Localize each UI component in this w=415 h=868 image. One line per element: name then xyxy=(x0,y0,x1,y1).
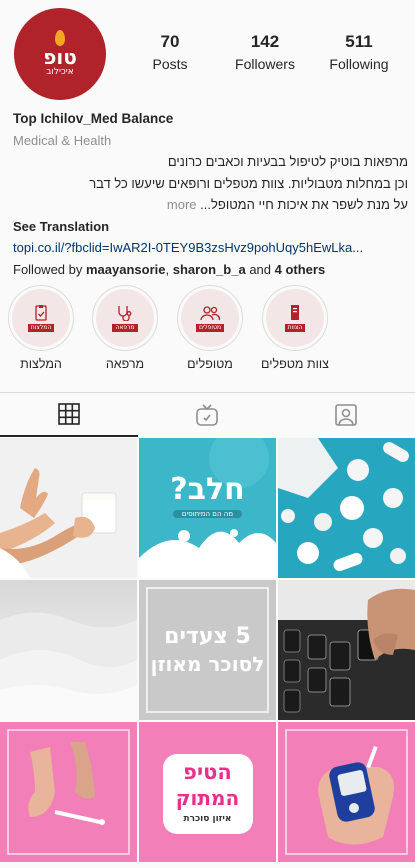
followers-count-label: Followers xyxy=(235,56,295,72)
post-thumbnail[interactable] xyxy=(278,580,415,720)
avatar-logo-subtext: איכילוב xyxy=(46,67,74,77)
highlight-cover: הצוות xyxy=(266,289,324,347)
see-translation-link[interactable]: See Translation xyxy=(13,216,408,238)
highlight-ring: מטופלים xyxy=(177,285,243,351)
followed-by-prefix: Followed by xyxy=(13,261,86,277)
more-link[interactable]: more xyxy=(167,197,197,212)
followed-others: 4 others xyxy=(274,261,326,277)
tv-icon xyxy=(196,404,218,426)
post-thumbnail[interactable] xyxy=(0,580,137,720)
post-8-line-3: איזון סוכרת xyxy=(183,814,232,824)
highlight-tag: מטופלים xyxy=(195,323,225,332)
people-icon xyxy=(200,305,220,320)
followers-count-value: 142 xyxy=(250,32,280,51)
highlight-label: צוות מטפלים xyxy=(261,357,329,371)
profile-tabs xyxy=(0,392,415,437)
story-highlights: המלצות המלצות מרפאה מרפאה מטופלים מטופלי… xyxy=(0,285,415,373)
profile-header: טופ איכילוב 70 Posts 142 Followers 511 F… xyxy=(0,0,415,110)
post-thumbnail[interactable] xyxy=(0,438,137,578)
post-image-glucometer xyxy=(278,722,415,862)
highlight-clinic[interactable]: מרפאה מרפאה xyxy=(90,285,160,372)
highlight-cover: המלצות xyxy=(12,289,70,347)
clipboard-icon xyxy=(35,304,47,321)
profile-website-link[interactable]: topi.co.il/?fbclid=IwAR2I-0TEY9B3zsHvz9p… xyxy=(13,237,408,259)
post-thumbnail[interactable]: הטיפ המתוק איזון סוכרת xyxy=(139,722,276,862)
profile-category: Medical & Health xyxy=(13,132,112,148)
highlight-staff[interactable]: הצוות צוות מטפלים xyxy=(260,285,330,372)
profile-bio: Top Ichilov_Med Balance Medical & Health… xyxy=(13,108,408,280)
highlight-ring: המלצות xyxy=(8,285,74,351)
tab-igtv[interactable] xyxy=(138,393,276,437)
flame-icon xyxy=(55,30,65,46)
post-2-title: חלב? xyxy=(170,472,245,507)
post-image-dumbbells xyxy=(278,580,415,720)
profile-avatar[interactable]: טופ איכילוב xyxy=(14,8,106,100)
highlight-recommendations[interactable]: המלצות המלצות xyxy=(6,285,76,372)
post-2-subtitle: מה הם המיתוסים xyxy=(173,510,242,518)
post-image-5-steps-bg xyxy=(139,580,276,720)
following-count-label: Following xyxy=(329,56,389,72)
following-count-value: 511 xyxy=(345,32,373,51)
profile-name: Top Ichilov_Med Balance xyxy=(13,111,174,126)
post-grid: חלב? מה הם המיתוסים 5 צעדים לסוכר מאוזן … xyxy=(0,438,415,868)
post-image-pills xyxy=(278,438,415,578)
person-tag-icon xyxy=(335,404,357,426)
post-image-sugar xyxy=(0,580,137,720)
followers-count[interactable]: 142 Followers xyxy=(220,32,310,74)
followed-user-1: maayansorie xyxy=(85,261,166,277)
bio-line-2: וכן במחלות מטבוליות. צוות מטפלים ורופאים… xyxy=(89,175,408,191)
highlight-ring: מרפאה xyxy=(92,285,158,351)
highlight-tag: המלצות xyxy=(27,323,55,332)
avatar-logo-text: טופ xyxy=(43,45,77,69)
highlight-label: מרפאה xyxy=(105,357,145,371)
followed-user-2: sharon_b_a xyxy=(172,261,246,277)
followed-separator: , xyxy=(165,261,173,277)
followed-and: and xyxy=(245,261,275,277)
posts-count[interactable]: 70 Posts xyxy=(125,32,215,74)
highlight-ring: הצוות xyxy=(262,285,328,351)
bio-line-3: על מנת לשפר את איכות חיי המטופל... xyxy=(200,197,408,212)
grid-icon xyxy=(58,403,80,425)
highlight-cover: מרפאה xyxy=(96,289,154,347)
post-thumbnail[interactable] xyxy=(278,722,415,862)
posts-count-value: 70 xyxy=(160,32,180,51)
post-image-milk-question xyxy=(139,438,276,578)
highlight-cover: מטופלים xyxy=(181,289,239,347)
posts-count-label: Posts xyxy=(152,56,188,72)
post-image-glucose-test xyxy=(0,722,137,862)
highlight-tag: מרפאה xyxy=(112,323,138,332)
post-thumbnail[interactable] xyxy=(278,438,415,578)
highlight-label: המלצות xyxy=(20,357,62,371)
following-count[interactable]: 511 Following xyxy=(314,32,404,74)
post-5-line-2: לסוכר מאוזן xyxy=(150,652,265,676)
followed-by[interactable]: Followed by maayansorie, sharon_b_a and … xyxy=(13,259,408,281)
bio-line-1: מרפאות בוטיק לטיפול בבעיות וכאבים כרונים xyxy=(167,154,408,169)
post-8-line-1: הטיפ xyxy=(183,760,232,784)
post-8-line-2: המתוק xyxy=(175,786,240,810)
post-5-line-1: 5 צעדים xyxy=(164,624,251,649)
post-thumbnail[interactable] xyxy=(0,722,137,862)
post-thumbnail[interactable]: 5 צעדים לסוכר מאוזן xyxy=(139,580,276,720)
post-image-milk-refusal xyxy=(0,438,137,578)
document-icon xyxy=(291,304,299,320)
tab-grid[interactable] xyxy=(0,393,138,437)
stethoscope-icon xyxy=(118,305,132,321)
tab-tagged[interactable] xyxy=(277,393,415,437)
highlight-tag: הצוות xyxy=(284,323,306,332)
post-thumbnail[interactable]: חלב? מה הם המיתוסים xyxy=(139,438,276,578)
bio-line-3-row: על מנת לשפר את איכות חיי המטופל... more xyxy=(13,194,408,216)
highlight-label: מטופלים xyxy=(187,357,233,371)
highlight-patients[interactable]: מטופלים מטופלים xyxy=(175,285,245,372)
